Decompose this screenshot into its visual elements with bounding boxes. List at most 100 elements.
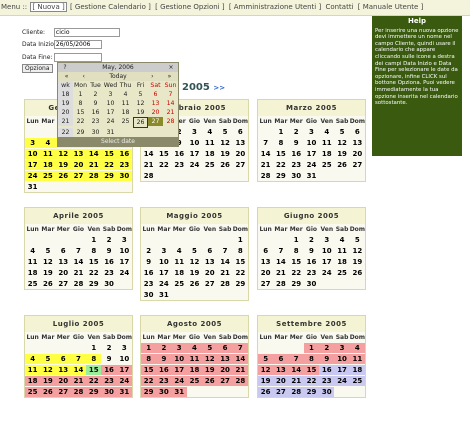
day-cell[interactable]: 10 [156, 257, 171, 267]
day-cell[interactable]: 10 [319, 246, 334, 256]
day-cell[interactable]: 25 [349, 376, 365, 386]
day-cell[interactable]: 28 [288, 387, 304, 397]
day-cell[interactable]: 16 [304, 257, 319, 267]
day-cell[interactable]: 2 [141, 246, 156, 256]
day-cell[interactable]: 20 [56, 268, 71, 278]
day-cell[interactable]: 3 [117, 235, 132, 245]
day-cell[interactable]: 20 [55, 376, 71, 386]
day-cell[interactable]: 28 [258, 171, 273, 181]
day-cell[interactable]: 22 [233, 268, 248, 278]
day-cell[interactable]: 30 [101, 279, 116, 289]
day-cell[interactable]: 9 [141, 257, 156, 267]
day-cell[interactable]: 15 [141, 365, 157, 375]
day-cell[interactable]: 18 [25, 376, 41, 386]
menu-item-gestione-calendario[interactable]: [ Gestione Calendario ] [69, 3, 152, 11]
day-cell[interactable]: 4 [319, 127, 334, 137]
day-cell[interactable]: 3 [156, 246, 171, 256]
menu-item-manuale-utente[interactable]: [ Manuale Utente ] [357, 3, 425, 11]
day-cell[interactable]: 21 [232, 365, 248, 375]
day-cell[interactable]: 17 [171, 365, 187, 375]
day-cell[interactable]: 25 [40, 171, 56, 181]
help-icon[interactable]: ? [58, 63, 72, 72]
day-cell[interactable]: 1 [86, 235, 101, 245]
day-cell[interactable]: 14 [70, 365, 87, 375]
day-cell[interactable]: 1 [303, 343, 320, 353]
day-cell[interactable]: 23 [101, 268, 116, 278]
day-cell[interactable]: 2 [319, 343, 335, 353]
picker-day[interactable]: 14 [163, 99, 178, 108]
day-cell[interactable]: 23 [101, 376, 117, 386]
picker-day[interactable]: 15 [73, 108, 88, 117]
picker-day[interactable]: 6 [148, 90, 163, 99]
day-cell[interactable]: 13 [202, 257, 217, 267]
day-cell[interactable]: 18 [349, 365, 365, 375]
day-cell[interactable]: 6 [273, 354, 289, 364]
data-inizio-input[interactable] [53, 40, 102, 49]
data-fine-input[interactable] [53, 53, 102, 62]
day-cell[interactable]: 26 [334, 160, 349, 170]
day-cell[interactable]: 26 [55, 171, 71, 181]
day-cell[interactable]: 26 [350, 268, 365, 278]
day-cell[interactable]: 1 [289, 235, 304, 245]
day-cell[interactable]: 10 [304, 138, 319, 148]
day-cell[interactable]: 16 [172, 149, 187, 159]
day-cell[interactable]: 29 [289, 279, 304, 289]
day-cell[interactable]: 29 [303, 387, 320, 397]
day-cell[interactable]: 10 [334, 354, 350, 364]
day-cell[interactable]: 1 [273, 127, 288, 137]
day-cell[interactable]: 28 [71, 279, 86, 289]
day-cell[interactable]: 13 [217, 354, 233, 364]
picker-day[interactable]: 27 [148, 117, 163, 126]
day-cell[interactable]: 24 [319, 268, 334, 278]
day-cell[interactable]: 4 [172, 246, 187, 256]
day-cell[interactable]: 25 [25, 387, 41, 397]
day-cell[interactable]: 29 [141, 387, 157, 397]
day-cell[interactable]: 31 [171, 387, 187, 397]
day-cell[interactable]: 6 [202, 246, 217, 256]
day-cell[interactable]: 23 [172, 160, 187, 170]
picker-day[interactable]: 29 [73, 128, 88, 137]
day-cell[interactable]: 20 [258, 268, 273, 278]
day-cell[interactable]: 30 [141, 290, 156, 300]
day-cell[interactable]: 31 [156, 290, 171, 300]
day-cell[interactable]: 11 [186, 354, 203, 364]
day-cell[interactable]: 17 [25, 160, 41, 170]
day-cell[interactable]: 1 [233, 235, 248, 245]
day-cell[interactable]: 3 [304, 127, 319, 137]
day-cell[interactable]: 1 [86, 343, 101, 353]
picker-day[interactable]: 10 [103, 99, 118, 108]
day-cell[interactable]: 13 [70, 149, 87, 159]
day-cell[interactable]: 19 [350, 257, 365, 267]
day-cell[interactable]: 24 [116, 376, 132, 386]
day-cell[interactable]: 30 [289, 171, 304, 181]
day-cell[interactable]: 15 [101, 149, 117, 159]
day-cell[interactable]: 15 [233, 257, 248, 267]
day-cell[interactable]: 28 [86, 171, 102, 181]
day-cell[interactable]: 8 [86, 354, 102, 364]
day-cell[interactable]: 24 [117, 268, 132, 278]
day-cell[interactable]: 7 [273, 246, 288, 256]
day-cell[interactable]: 22 [303, 376, 320, 386]
day-cell[interactable]: 10 [117, 246, 132, 256]
day-cell[interactable]: 27 [350, 160, 365, 170]
day-cell[interactable]: 1 [141, 343, 157, 353]
day-cell[interactable]: 3 [25, 138, 41, 148]
day-cell[interactable]: 8 [233, 246, 248, 256]
picker-day[interactable]: 22 [73, 117, 88, 126]
day-cell[interactable]: 5 [350, 235, 365, 245]
day-cell[interactable]: 12 [40, 365, 56, 375]
day-cell[interactable]: 17 [187, 149, 202, 159]
day-cell[interactable]: 7 [217, 246, 232, 256]
day-cell[interactable]: 11 [25, 257, 40, 267]
day-cell[interactable]: 19 [40, 376, 56, 386]
picker-day[interactable]: 17 [103, 108, 118, 117]
day-cell[interactable]: 8 [289, 246, 304, 256]
day-cell[interactable]: 10 [25, 149, 41, 159]
day-cell[interactable]: 10 [187, 138, 202, 148]
day-cell[interactable]: 18 [25, 268, 40, 278]
day-cell[interactable]: 14 [258, 149, 273, 159]
day-cell[interactable]: 25 [319, 160, 334, 170]
day-cell[interactable]: 24 [304, 160, 319, 170]
day-cell[interactable]: 25 [334, 268, 349, 278]
picker-day[interactable]: 16 [88, 108, 103, 117]
